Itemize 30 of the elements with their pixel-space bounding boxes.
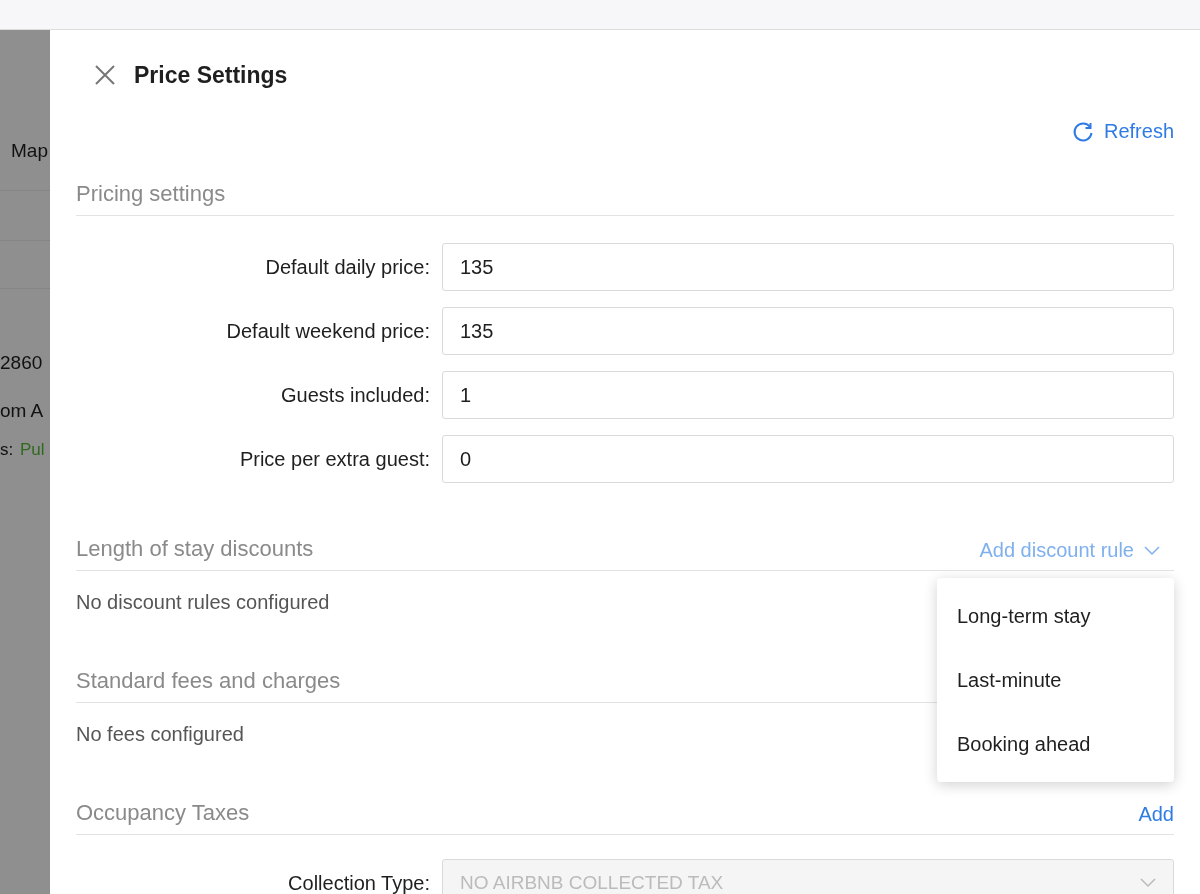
field-label: Guests included: (280, 383, 430, 407)
empty-message: No discount rules configured (76, 591, 330, 613)
drawer-title: Price Settings (134, 61, 288, 89)
section-title: Length of stay discounts (76, 536, 314, 562)
backdrop-text: Map (11, 140, 48, 162)
section-title: Occupancy Taxes (76, 800, 250, 826)
input-field[interactable]: 0 (442, 435, 1174, 483)
backdrop-text: om A (0, 400, 44, 422)
input-field[interactable]: 1 (442, 371, 1174, 419)
section-title: Standard fees and charges (76, 668, 341, 694)
refresh-button[interactable]: Refresh (1071, 120, 1174, 143)
input-field[interactable]: 135 (442, 243, 1174, 291)
input-field[interactable]: 135 (442, 307, 1174, 355)
field-label: Default weekend price: (225, 319, 430, 343)
chevron-icon (1144, 545, 1160, 556)
backdrop-text: 2860 (0, 352, 43, 374)
menu-item[interactable]: Booking ahead (937, 712, 1174, 776)
chevron-icon (1140, 878, 1156, 888)
status-text: Pul (20, 440, 45, 460)
menu-item[interactable]: Last-minute (937, 648, 1174, 712)
empty-message: No fees configured (76, 723, 244, 745)
menu-item[interactable]: Long-term stay (937, 584, 1174, 648)
field-label: Price per extra guest: (238, 447, 430, 471)
section-title: Pricing settings (76, 181, 226, 207)
field-label: Collection Type: (287, 871, 430, 894)
field-label: Default daily price: (264, 255, 430, 279)
backdrop-text: s: (0, 440, 14, 460)
add-link[interactable]: Add (1138, 803, 1174, 826)
close-icon[interactable] (94, 64, 116, 86)
refresh-icon (1071, 120, 1094, 143)
